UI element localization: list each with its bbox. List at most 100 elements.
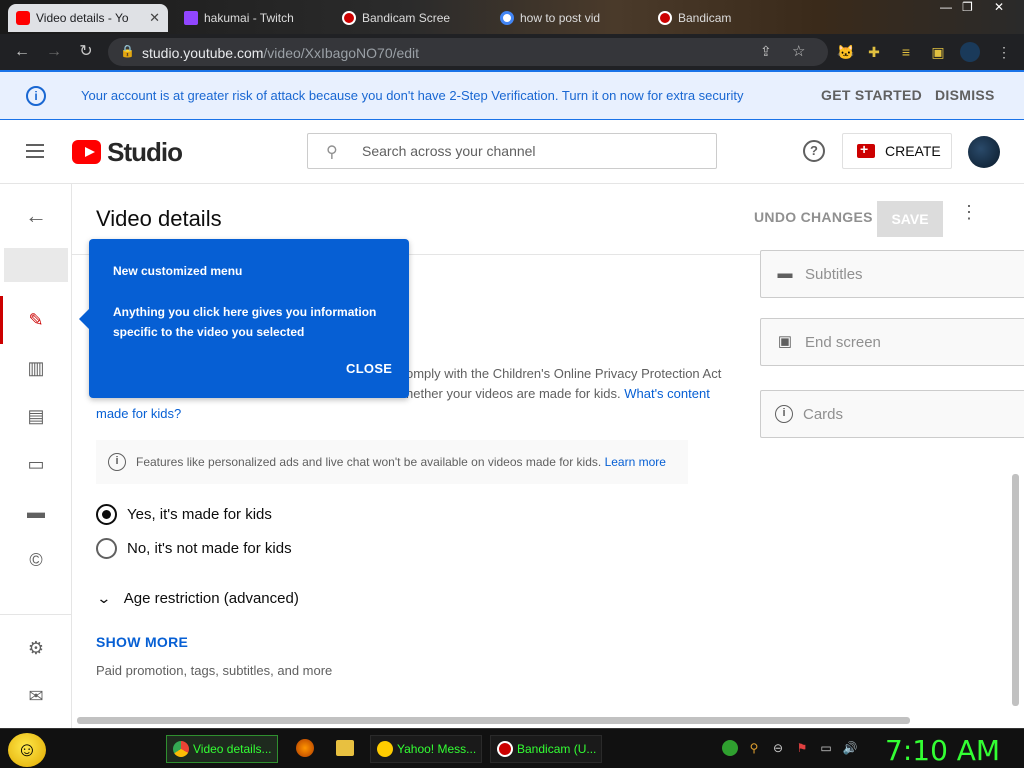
end-screen-card[interactable]: ▣ End screen (760, 318, 1024, 366)
help-icon[interactable]: ? (803, 140, 825, 162)
age-restriction-label: Age restriction (advanced) (123, 590, 299, 607)
reload-icon[interactable]: ↻ (76, 42, 96, 62)
tray-network-icon[interactable]: ▭ (818, 740, 834, 756)
tab-label: hakumai - Twitch (204, 11, 294, 25)
show-more-button[interactable]: SHOW MORE (96, 634, 188, 650)
taskbar-item-bandicam[interactable]: Bandicam (U... (490, 735, 602, 763)
copyright-icon[interactable]: © (24, 548, 48, 572)
tray-status-icon[interactable] (722, 740, 738, 756)
cards-card[interactable]: i Cards (760, 390, 1024, 438)
taskbar-item-label: Video details... (193, 742, 272, 756)
create-label: CREATE (885, 143, 941, 159)
side-panel-icon[interactable]: ▣ (928, 42, 948, 62)
feedback-icon[interactable]: ✉ (24, 684, 48, 708)
tab-bandicam[interactable]: Bandicam (650, 4, 800, 32)
save-button[interactable]: SAVE (877, 201, 943, 237)
lock-icon: 🔒 (120, 44, 135, 58)
tray-minus-icon[interactable]: ⊖ (770, 740, 786, 756)
radio-button-selected[interactable] (96, 504, 117, 525)
share-icon[interactable]: ⇪ (760, 43, 772, 60)
twitch-favicon-icon (184, 11, 198, 25)
learn-more-link[interactable]: Learn more (605, 455, 666, 469)
active-indicator (0, 296, 3, 344)
close-tab-icon[interactable]: ✕ (149, 10, 160, 26)
hamburger-menu-icon[interactable] (26, 144, 46, 160)
extensions-puzzle-icon[interactable]: ✚ (864, 42, 884, 62)
info-icon: i (108, 453, 126, 471)
studio-header: Studio ⚲ ? CREATE (0, 120, 1024, 184)
nav-divider (0, 614, 72, 615)
create-button[interactable]: CREATE (842, 133, 952, 169)
back-arrow-icon[interactable]: ← (24, 204, 48, 228)
get-started-button[interactable]: GET STARTED (821, 87, 922, 103)
radio-button[interactable] (96, 538, 117, 559)
tab-label: Bandicam Scree (362, 11, 451, 25)
radio-label: No, it's not made for kids (127, 540, 292, 557)
more-options-icon[interactable]: ⋮ (960, 203, 978, 221)
tab-twitch[interactable]: hakumai - Twitch (176, 4, 326, 32)
back-icon[interactable]: ← (12, 42, 32, 62)
search-input[interactable] (362, 134, 702, 168)
start-smiley-icon[interactable]: ☺ (8, 733, 46, 767)
browser-menu-icon[interactable]: ⋮ (994, 42, 1014, 62)
vertical-scrollbar[interactable] (1012, 474, 1019, 706)
chrome-icon (173, 741, 189, 757)
end-screen-icon: ▣ (777, 333, 793, 350)
editor-clapper-icon[interactable]: ▤ (24, 404, 48, 428)
card-label: Subtitles (805, 265, 863, 283)
radio-made-for-kids-yes[interactable]: Yes, it's made for kids (96, 504, 272, 525)
bookmark-star-icon[interactable]: ☆ (792, 42, 805, 60)
tray-volume-icon[interactable]: 🔊 (842, 740, 858, 756)
page-title: Video details (96, 206, 222, 231)
taskbar-item-chrome[interactable]: Video details... (166, 735, 278, 763)
tray-flag-icon[interactable]: ⚑ (794, 740, 810, 756)
settings-gear-icon[interactable]: ⚙ (24, 636, 48, 660)
yahoo-messenger-icon (377, 741, 393, 757)
whats-content-link[interactable]: What's content (624, 386, 710, 401)
minimize-icon[interactable]: — (940, 0, 952, 20)
tooltip-body: Anything you click here gives you inform… (113, 305, 377, 339)
customized-menu-tooltip: New customized menu Anything you click h… (79, 239, 409, 398)
banner-message: Your account is at greater risk of attac… (81, 88, 744, 103)
dismiss-button[interactable]: DISMISS (935, 87, 995, 103)
video-thumbnail[interactable] (4, 248, 68, 282)
comments-icon[interactable]: ▭ (24, 452, 48, 476)
extension-cat-icon[interactable]: 🐱 (836, 42, 856, 62)
tooltip-close-button[interactable]: CLOSE (346, 361, 392, 376)
subtitles-card[interactable]: ▬ Subtitles (760, 250, 1024, 298)
horizontal-scrollbar[interactable] (77, 717, 910, 724)
info-icon: i (775, 405, 793, 423)
browser-tab-bar: Video details - Yo ✕ hakumai - Twitch Ba… (0, 0, 1024, 34)
radio-made-for-kids-no[interactable]: No, it's not made for kids (96, 538, 292, 559)
profile-avatar-icon[interactable] (960, 42, 980, 62)
tray-search-icon[interactable]: ⚲ (746, 740, 762, 756)
security-banner: i Your account is at greater risk of att… (0, 70, 1024, 120)
taskbar-item-yahoo[interactable]: Yahoo! Mess... (370, 735, 482, 763)
taskbar-item-label: Bandicam (U... (517, 742, 597, 756)
youtube-favicon-icon (16, 11, 30, 25)
kids-note-text: Features like personalized ads and live … (136, 455, 666, 469)
tab-google-search[interactable]: how to post vid (492, 4, 642, 32)
tab-bandicam-screen[interactable]: Bandicam Scree (334, 4, 484, 32)
tooltip-title: New customized menu (113, 264, 243, 278)
undo-changes-button[interactable]: UNDO CHANGES (754, 209, 873, 225)
search-box[interactable]: ⚲ (307, 133, 717, 169)
tab-label: how to post vid (520, 11, 601, 25)
analytics-icon[interactable]: ▥ (24, 356, 48, 380)
made-for-kids-link[interactable]: made for kids? (96, 406, 181, 421)
studio-logo[interactable]: Studio (72, 136, 183, 168)
subtitles-icon[interactable]: ▬ (24, 500, 48, 524)
forward-icon[interactable]: → (44, 42, 64, 62)
media-controls-icon[interactable]: ≡ (896, 42, 916, 62)
tab-video-details[interactable]: Video details - Yo ✕ (8, 4, 168, 32)
card-label: End screen (805, 333, 881, 351)
folder-icon[interactable] (336, 740, 354, 756)
channel-avatar[interactable] (968, 136, 1000, 168)
search-icon: ⚲ (326, 144, 338, 161)
restore-icon[interactable]: ❐ (962, 0, 973, 20)
age-restriction-toggle[interactable]: ⌄ Age restriction (advanced) (96, 590, 299, 607)
window-close-icon[interactable]: ✕ (994, 0, 1004, 20)
address-bar[interactable]: 🔒 studio.youtube.com/video/XxIbagoNO70/e… (108, 38, 828, 66)
firefox-icon[interactable] (296, 739, 314, 757)
pencil-icon[interactable]: ✎ (24, 308, 48, 332)
